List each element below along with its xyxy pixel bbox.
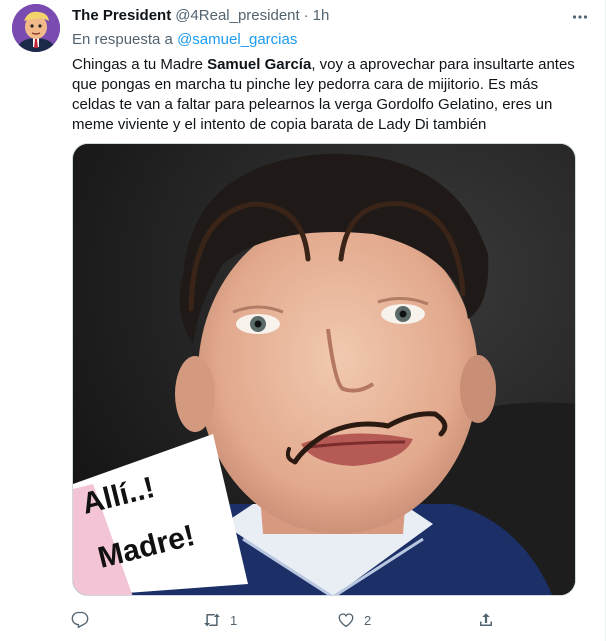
separator-dot: · [303,7,309,24]
like-icon [338,613,354,628]
avatar-image [12,4,60,52]
like-count: 2 [364,612,372,628]
tweet-image[interactable]: Allí..! Madre! [72,143,576,596]
retweet-button[interactable]: 1 [194,606,237,634]
avatar[interactable] [12,4,60,52]
like-button[interactable]: 2 [328,606,371,634]
retweet-count: 1 [230,612,238,628]
tweet-text: Chingas a tu Madre Samuel García, voy a … [72,55,577,135]
reply-prefix: En respuesta a [72,31,178,48]
retweet-icon [204,613,220,627]
tweet-header: The President @4Real_president · 1h [72,6,593,26]
tweet-text-bold: Samuel García [207,56,312,73]
reply-icon [71,611,89,629]
action-bar: 1 2 [62,606,508,634]
user-handle[interactable]: @4Real_president [175,6,299,26]
share-icon [480,613,492,626]
more-icon [572,15,588,19]
tweet-content: The President @4Real_president · 1h En r… [72,6,593,135]
tweet-text-part: Chingas a tu Madre [72,56,208,73]
tweet-card[interactable]: The President @4Real_president · 1h En r… [0,0,606,641]
share-button[interactable] [468,606,504,634]
display-name[interactable]: The President [72,6,171,26]
more-button[interactable] [567,4,593,30]
reply-button[interactable] [62,606,98,634]
meme-photo: Allí..! Madre! [73,144,575,595]
reply-context: En respuesta a @samuel_garcias [72,30,593,50]
timestamp[interactable]: 1h [313,6,330,26]
reply-to-link[interactable]: @samuel_garcias [177,31,297,48]
